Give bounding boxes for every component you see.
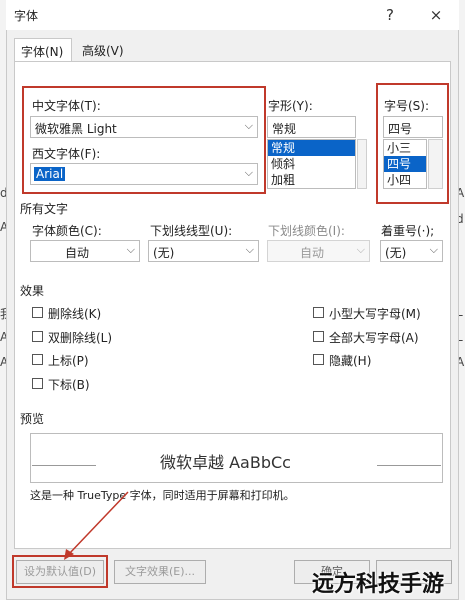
watermark-text: 远方科技手游 — [312, 572, 445, 597]
arrow-line — [67, 491, 129, 556]
annotation-arrow — [64, 491, 129, 560]
